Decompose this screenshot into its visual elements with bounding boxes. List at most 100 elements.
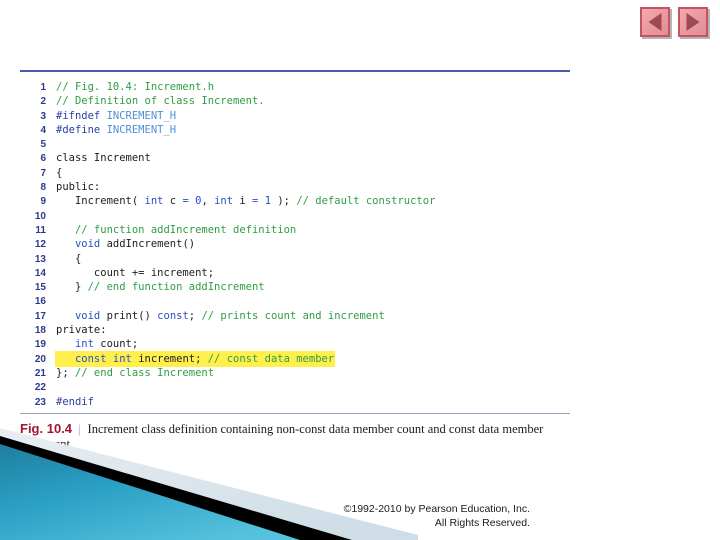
code-token-pln: i (233, 195, 253, 208)
code-line-number: 23 (34, 396, 46, 408)
code-line-source: public: (56, 180, 100, 194)
previous-slide-button[interactable] (640, 7, 670, 37)
code-token-com: // prints count and increment (201, 309, 385, 322)
code-line: 23 #endif (20, 395, 572, 409)
code-line: 19 int count; (20, 337, 572, 351)
code-line: 1 // Fig. 10.4: Increment.h (20, 80, 572, 94)
code-line-number: 10 (34, 210, 46, 222)
code-token-pln: Increment( (56, 195, 145, 208)
code-line-source: #endif (56, 395, 94, 409)
copyright-line-2: All Rights Reserved. (434, 517, 530, 529)
code-token-pln: { (56, 252, 82, 265)
caption-separator: | (78, 421, 81, 436)
code-line: 2 // Definition of class Increment. (20, 94, 572, 108)
code-line: 10 (20, 209, 572, 223)
figure-caption: Fig. 10.4 | Increment class definition con… (20, 421, 570, 453)
code-line-number: 22 (34, 382, 46, 394)
code-token-pre: #ifndef (56, 109, 107, 122)
code-line-source: } // end function addIncrement (56, 280, 265, 294)
code-line-number: 11 (35, 224, 46, 236)
code-token-pln (56, 310, 75, 322)
figure-number: Fig. 10.4 (20, 420, 73, 436)
code-token-pln: private: (56, 324, 107, 337)
code-token-pln: print() (100, 309, 158, 322)
code-line: 13 { (20, 252, 572, 266)
code-line-number: 15 (34, 282, 46, 294)
figure-top-rule (20, 70, 570, 72)
caption-text: Increment class definition containing no… (20, 421, 544, 452)
code-token-pln: addIncrement() (100, 238, 196, 251)
code-token-pln: , (201, 195, 215, 208)
code-line-number: 9 (40, 196, 46, 208)
code-line-number: 1 (40, 82, 46, 93)
code-token-pln (56, 338, 75, 350)
code-token-mac: INCREMENT_H (106, 109, 177, 122)
code-token-pln: public: (56, 181, 101, 194)
code-token-pln (56, 353, 75, 365)
code-line: 18 private: (20, 323, 572, 337)
code-line-number: 13 (34, 253, 46, 265)
code-token-com: // end class Increment (74, 366, 215, 379)
code-line-source (56, 380, 62, 394)
code-line-number: 16 (34, 296, 46, 308)
code-line: 3 #ifndef INCREMENT_H (20, 109, 572, 123)
code-line: 5 (20, 137, 572, 151)
code-token-pln: class Increment (56, 152, 151, 165)
code-token-com: // const data member (207, 352, 335, 365)
code-line-number: 19 (34, 339, 46, 351)
code-line-source: // Fig. 10.4: Increment.h (56, 80, 214, 94)
code-token-pln: c (163, 195, 183, 208)
code-line-source: #ifndef INCREMENT_H (56, 109, 176, 123)
code-line-number: 2 (40, 96, 46, 108)
code-line-source: #define INCREMENT_H (56, 123, 176, 137)
slide-canvas: 1 // Fig. 10.4: Increment.h 2 // Definition… (0, 0, 720, 540)
code-line-source: }; // end class Increment (56, 366, 214, 380)
code-token-pln: count; (93, 338, 139, 351)
code-token-pre: #endif (56, 395, 94, 408)
code-line-number: 18 (34, 325, 46, 337)
code-token-pln: ; (188, 309, 202, 322)
slide-navigation (640, 7, 708, 37)
code-token-kw: int (144, 195, 164, 208)
code-line-number: 17 (34, 310, 46, 322)
code-line: 15 } // end function addIncrement (20, 280, 572, 294)
code-token-pre: #define (56, 123, 107, 136)
code-line-source: Increment( int c = 0, int i = 1 ); // de… (56, 194, 435, 208)
code-line-source (56, 209, 62, 223)
code-line-number: 6 (40, 153, 46, 165)
code-line-number: 20 (34, 353, 46, 365)
code-token-pln (56, 238, 75, 250)
figure-bottom-rule (20, 412, 570, 414)
code-line-source: int count; (56, 337, 138, 351)
code-line-number: 3 (40, 110, 46, 122)
code-line-source: { (56, 166, 62, 180)
code-token-pln (56, 224, 75, 236)
code-line-source (56, 137, 62, 151)
code-token-com: // end function addIncrement (87, 281, 265, 294)
code-line: 14 count += increment; (20, 266, 572, 280)
code-line-source (56, 294, 62, 308)
code-token-kw: const (157, 309, 189, 322)
code-token-kw: int (214, 195, 234, 208)
copyright-line-1: ©1992-2010 by Pearson Education, Inc. (343, 503, 530, 515)
code-line: 21}; // end class Increment (20, 366, 572, 380)
code-line-source: count += increment; (56, 266, 214, 280)
code-line: 11 // function addIncrement definition (20, 223, 572, 237)
code-line-source: class Increment (56, 151, 151, 165)
triangle-right-icon (686, 13, 700, 31)
code-token-kw: int (74, 338, 94, 351)
code-line: 9 Increment( int c = 0, int i = 1 ); // … (20, 194, 572, 208)
code-line: 16 (20, 294, 572, 308)
code-line-number: 8 (40, 182, 46, 194)
code-line-source: void addIncrement() (56, 237, 195, 251)
code-line: 6 class Increment (20, 151, 572, 165)
code-token-kw: void (74, 238, 101, 251)
next-slide-button[interactable] (678, 7, 708, 37)
code-token-mac: INCREMENT_H (106, 123, 177, 136)
code-line-source: // function addIncrement definition (56, 223, 296, 237)
code-token-pln: } (56, 281, 88, 294)
code-token-pln: { (56, 166, 63, 179)
code-line-number: 12 (34, 239, 46, 251)
code-line-source: // Definition of class Increment. (56, 94, 265, 108)
code-token-com: // Definition of class Increment. (56, 95, 265, 108)
